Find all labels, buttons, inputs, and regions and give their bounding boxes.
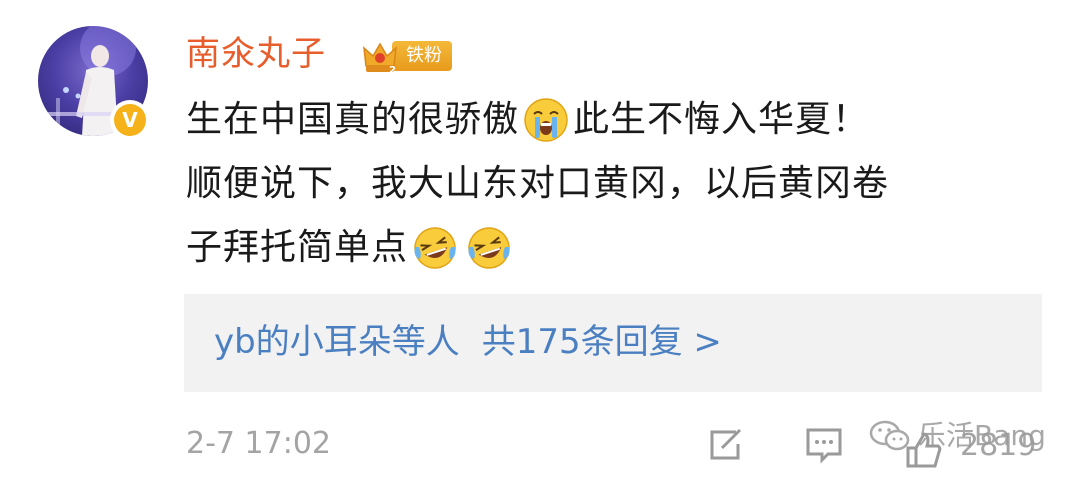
comment-text-part: 顺便说下，我大山东对口黄冈，以后黄冈卷 <box>186 163 890 204</box>
svg-text:2: 2 <box>389 65 396 76</box>
verified-badge: V <box>110 100 150 140</box>
comment-line-1: 生在中国真的很骄傲 此生不悔入华夏！ <box>186 88 1016 152</box>
laughing-tears-icon <box>414 227 456 269</box>
fan-badge[interactable]: 2 铁粉 <box>360 36 452 76</box>
replies-users: yb的小耳朵等人 <box>214 322 460 362</box>
username[interactable]: 南氽丸子 <box>186 30 326 78</box>
comment-line-3: 子拜托简单点 <box>186 216 1016 280</box>
replies-count: 共175条回复 > <box>481 322 722 362</box>
comment-body: 生在中国真的很骄傲 此生不悔入华夏！ 顺便说下，我大山东对口黄冈，以后黄冈卷 子… <box>186 88 1016 280</box>
comment-line-2: 顺便说下，我大山东对口黄冈，以后黄冈卷 <box>186 152 1016 216</box>
comment-icon[interactable] <box>804 424 844 464</box>
comment-text-part: 生在中国真的很骄傲 <box>186 99 520 140</box>
watermark: 乐活Bang <box>868 416 1046 456</box>
comment-card: V 南氽丸子 2 铁粉 生在中国真的很骄傲 此生不悔入华夏！ 顺便说下，我大山东… <box>0 0 1080 485</box>
comment-timestamp: 2-7 17:02 <box>186 426 331 461</box>
wechat-logo-icon <box>869 420 910 451</box>
replies-link[interactable]: yb的小耳朵等人 共175条回复 > <box>214 318 722 366</box>
comment-text-part: 子拜托简单点 <box>186 227 409 268</box>
fan-badge-label: 铁粉 <box>392 41 452 71</box>
crying-face-icon <box>524 98 568 142</box>
repost-edit-icon[interactable] <box>706 424 746 464</box>
verified-v-icon: V <box>114 104 146 136</box>
replies-preview[interactable]: yb的小耳朵等人 共175条回复 > <box>184 294 1042 392</box>
comment-text-part: 此生不悔入华夏！ <box>573 99 870 140</box>
watermark-text: 乐活Bang <box>918 419 1046 452</box>
laughing-tears-icon <box>468 227 510 269</box>
crown-icon: 2 <box>363 42 397 76</box>
